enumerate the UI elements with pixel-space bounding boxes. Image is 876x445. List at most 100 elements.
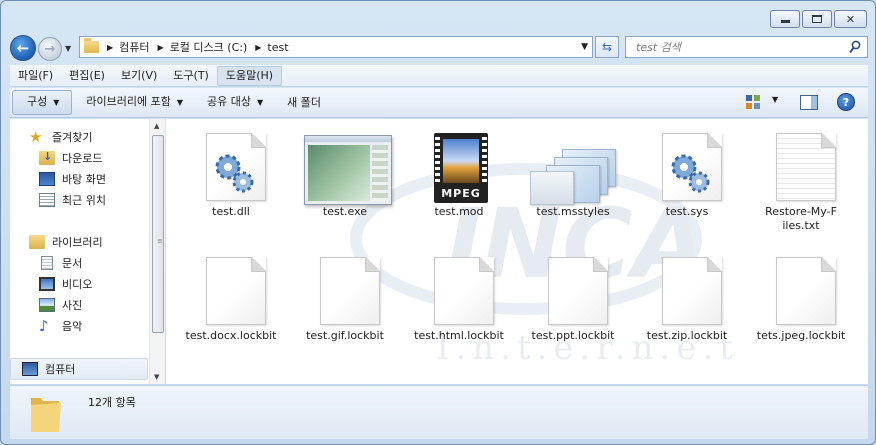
minimize-button[interactable] — [770, 10, 800, 28]
file-name: test.docx.lockbit — [185, 329, 277, 342]
libraries-icon — [29, 235, 45, 249]
file-name: test.ppt.lockbit — [531, 329, 615, 342]
organize-button[interactable]: 구성 ▼ — [12, 90, 73, 115]
breadcrumb-arrow-icon[interactable]: ▶ — [255, 43, 261, 52]
file-item[interactable]: test.dll — [172, 121, 290, 219]
file-item[interactable]: test.sys — [628, 121, 746, 219]
view-options-icon[interactable] — [746, 95, 762, 109]
file-thumbnail — [742, 245, 860, 329]
back-arrow-icon: ← — [16, 39, 30, 57]
back-button[interactable]: ← — [10, 35, 36, 61]
nav-favorites[interactable]: ★ 즐겨찾기 — [29, 128, 92, 146]
forward-button[interactable]: → — [38, 37, 62, 61]
file-item[interactable]: test.docx.lockbit — [172, 245, 290, 343]
file-thumbnail — [286, 245, 404, 329]
preview-pane-icon[interactable] — [800, 95, 818, 110]
file-name: test.html.lockbit — [414, 329, 504, 342]
menu-edit[interactable]: 편집(E) — [61, 65, 113, 87]
file-thumbnail — [400, 245, 518, 329]
search-icon[interactable] — [849, 40, 861, 54]
menu-tools[interactable]: 도구(T) — [165, 65, 217, 87]
file-name: test.exe — [322, 205, 368, 218]
file-item[interactable]: test.html.lockbit — [400, 245, 518, 343]
file-item[interactable]: test.msstyles — [514, 121, 632, 219]
scroll-down-icon[interactable]: ▼ — [154, 373, 159, 381]
forward-arrow-icon: → — [44, 41, 56, 57]
help-icon[interactable]: ? — [837, 93, 855, 111]
scroll-thumb[interactable]: ≡ — [152, 135, 164, 333]
breadcrumb-arrow-icon[interactable]: ▶ — [107, 43, 113, 52]
file-name: test.gif.lockbit — [306, 329, 384, 342]
share-with-label: 공유 대상 — [207, 95, 252, 108]
nav-libraries[interactable]: 라이브러리 — [29, 233, 103, 251]
file-name: tets.jpeg.lockbit — [756, 329, 846, 342]
nav-pictures[interactable]: 사진 — [39, 296, 82, 314]
nav-videos-label: 비디오 — [62, 278, 93, 291]
text-file-icon — [776, 133, 836, 201]
nav-documents-label: 문서 — [62, 257, 83, 270]
breadcrumb-test[interactable]: test — [267, 41, 288, 54]
file-thumbnail — [172, 121, 290, 205]
caption-buttons: ✕ — [770, 10, 867, 28]
music-note-icon: ♪ — [39, 317, 49, 335]
blank-file-icon — [548, 257, 608, 325]
maximize-button[interactable] — [802, 10, 832, 28]
search-input[interactable] — [626, 38, 841, 56]
include-in-library-button[interactable]: 라이브러리에 포함 ▼ — [76, 91, 193, 114]
include-in-library-label: 라이브러리에 포함 — [86, 95, 171, 108]
file-item[interactable]: test.zip.lockbit — [628, 245, 746, 343]
breadcrumb-computer[interactable]: 컴퓨터 — [119, 39, 149, 55]
address-dropdown-icon[interactable]: ▼ — [581, 42, 588, 52]
file-name: test.msstyles — [536, 205, 610, 218]
file-item[interactable]: Restore-My-Files.txt — [742, 121, 860, 233]
nav-libraries-label: 라이브러리 — [52, 236, 103, 249]
share-with-button[interactable]: 공유 대상 ▼ — [197, 91, 273, 114]
file-name: Restore-My-Files.txt — [765, 205, 837, 232]
blank-file-icon — [662, 257, 722, 325]
msstyles-icon — [514, 121, 632, 205]
folder-icon — [84, 38, 99, 53]
view-dropdown-icon[interactable]: ▼ — [772, 95, 778, 104]
menu-bar: 파일(F) 편집(E) 보기(V) 도구(T) 도움말(H) — [10, 65, 868, 87]
file-item[interactable]: test.ppt.lockbit — [514, 245, 632, 343]
close-icon: ✕ — [845, 12, 856, 26]
pictures-icon — [39, 298, 55, 312]
search-box[interactable] — [625, 36, 868, 58]
refresh-button[interactable]: ⇆ — [595, 36, 619, 58]
file-item[interactable]: MPEG test.mod — [400, 121, 518, 219]
maximize-icon — [812, 15, 822, 23]
file-thumbnail — [628, 245, 746, 329]
menu-file[interactable]: 파일(F) — [10, 65, 61, 87]
nav-videos[interactable]: 비디오 — [39, 275, 92, 293]
close-button[interactable]: ✕ — [834, 10, 867, 28]
new-folder-button[interactable]: 새 폴더 — [277, 92, 331, 114]
file-item[interactable]: test.gif.lockbit — [286, 245, 404, 343]
file-item[interactable]: tets.jpeg.lockbit — [742, 245, 860, 343]
blank-file-icon — [434, 257, 494, 325]
address-bar[interactable]: ▶ 컴퓨터 ▶ 로컬 디스크 (C:) ▶ test ▼ — [79, 36, 593, 58]
scroll-up-icon[interactable]: ▲ — [154, 122, 159, 130]
nav-computer[interactable]: 컴퓨터 — [10, 358, 148, 380]
nav-recent-places[interactable]: 최근 위치 — [39, 191, 106, 209]
nav-pictures-label: 사진 — [62, 299, 83, 312]
breadcrumb-local-disk[interactable]: 로컬 디스크 (C:) — [170, 39, 248, 55]
organize-label: 구성 — [27, 95, 48, 108]
blank-file-icon — [320, 257, 380, 325]
nav-documents[interactable]: 문서 — [39, 254, 82, 272]
navigation-scrollbar[interactable]: ▲ ≡ ▼ — [149, 119, 165, 384]
nav-music[interactable]: ♪ 음악 — [39, 317, 82, 335]
downloads-folder-icon: ↓ — [39, 150, 55, 165]
file-name: test.sys — [665, 205, 709, 218]
breadcrumb-arrow-icon[interactable]: ▶ — [158, 43, 164, 52]
file-thumbnail — [172, 245, 290, 329]
nav-desktop-label: 바탕 화면 — [62, 173, 106, 186]
menu-help[interactable]: 도움말(H) — [216, 65, 283, 86]
recent-pages-dropdown[interactable]: ▼ — [65, 44, 71, 53]
nav-desktop[interactable]: 바탕 화면 — [39, 170, 106, 188]
mpeg-label: MPEG — [441, 187, 481, 200]
nav-downloads[interactable]: ↓ 다운로드 — [39, 149, 102, 167]
file-item[interactable]: test.exe — [286, 121, 404, 219]
grip-icon: ≡ — [157, 237, 163, 245]
file-thumbnail — [286, 121, 404, 205]
menu-view[interactable]: 보기(V) — [113, 65, 165, 87]
